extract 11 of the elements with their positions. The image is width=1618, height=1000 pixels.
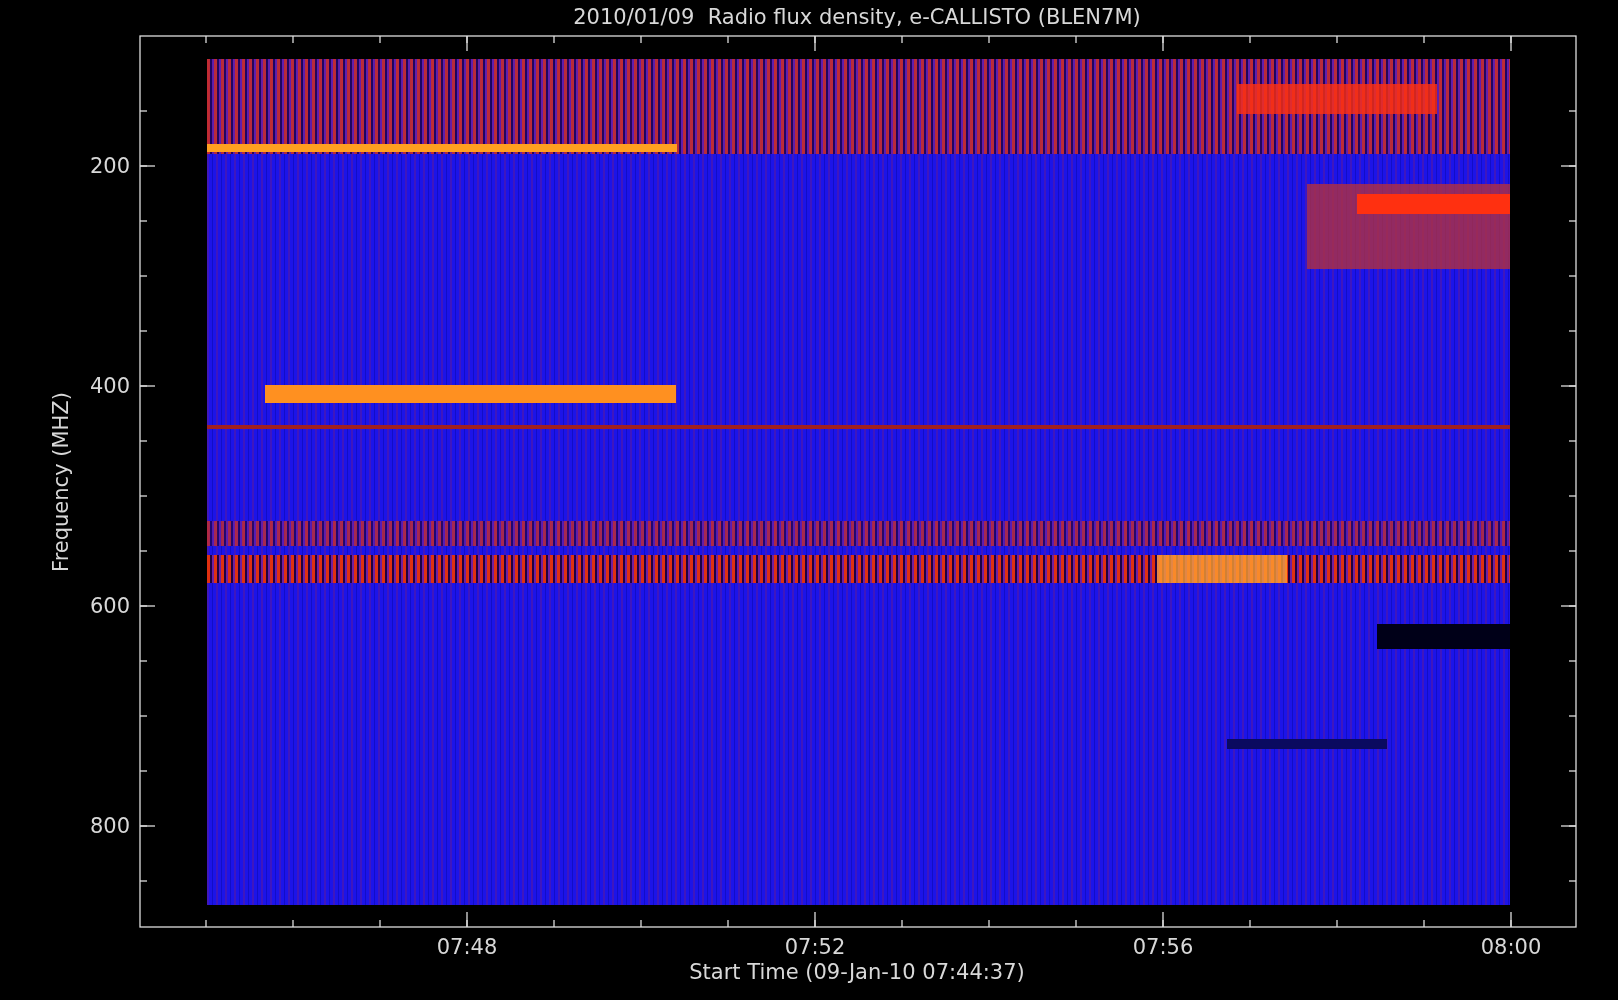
x-axis-title: Start Time (09-Jan-10 07:44:37) xyxy=(689,960,1025,984)
y-tick-label: 600 xyxy=(89,594,130,618)
y-tick-label: 200 xyxy=(89,154,130,178)
y-axis-title: Frequency (MHZ) xyxy=(49,392,73,572)
y-tick-label: 400 xyxy=(89,374,130,398)
x-tick-label: 07:56 xyxy=(1132,935,1194,959)
plot-title: 2010/01/09 Radio flux density, e-CALLISTO (BLEN7M) xyxy=(573,5,1141,29)
x-tick-label: 07:52 xyxy=(784,935,846,959)
x-tick-label: 08:00 xyxy=(1480,935,1542,959)
y-tick-label: 800 xyxy=(89,814,130,838)
x-tick-label: 07:48 xyxy=(436,935,498,959)
